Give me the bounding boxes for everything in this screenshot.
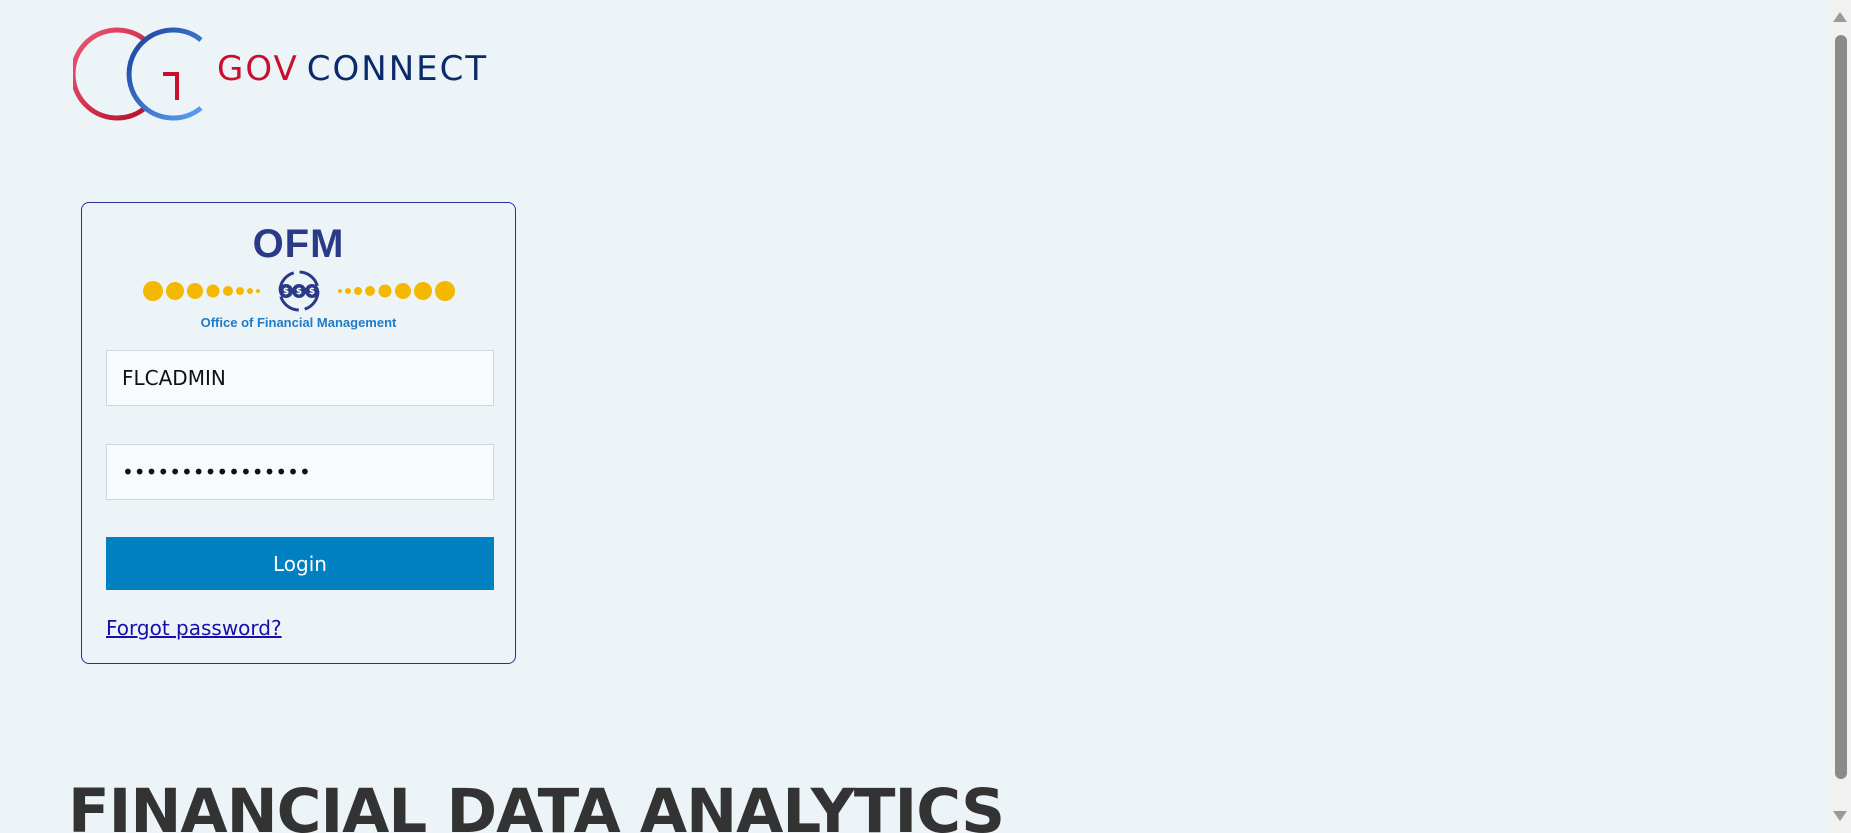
gov-connect-logo: GOV CONNECT [73, 26, 488, 122]
username-input[interactable]: FLCADMIN [106, 350, 494, 406]
vertical-scrollbar[interactable] [1827, 0, 1851, 833]
ofm-brand: OFM $ $ $ Office of Financial Management [82, 223, 515, 330]
scroll-down-arrow-icon[interactable] [1833, 811, 1847, 821]
page-heading: FINANCIAL DATA ANALYTICS [68, 776, 1005, 833]
password-input[interactable]: •••••••••••••••• [106, 444, 494, 500]
logo-word-gov: GOV [217, 49, 299, 89]
login-card: OFM $ $ $ Office of Financial Management… [81, 202, 516, 664]
scroll-up-arrow-icon[interactable] [1833, 12, 1847, 22]
login-button[interactable]: Login [106, 537, 494, 590]
svg-text:$: $ [295, 287, 301, 297]
scrollbar-thumb[interactable] [1835, 35, 1847, 779]
forgot-password-link[interactable]: Forgot password? [106, 616, 282, 640]
ofm-title: OFM [252, 222, 345, 266]
dollar-gears-icon: $ $ $ [142, 270, 455, 312]
svg-text:$: $ [308, 287, 314, 297]
logo-wordmark: GOV CONNECT [217, 49, 488, 89]
ofm-subtitle: Office of Financial Management [200, 315, 397, 330]
logo-word-connect: CONNECT [306, 49, 489, 89]
gov-connect-logo-icon [73, 27, 203, 121]
svg-text:$: $ [282, 287, 288, 297]
